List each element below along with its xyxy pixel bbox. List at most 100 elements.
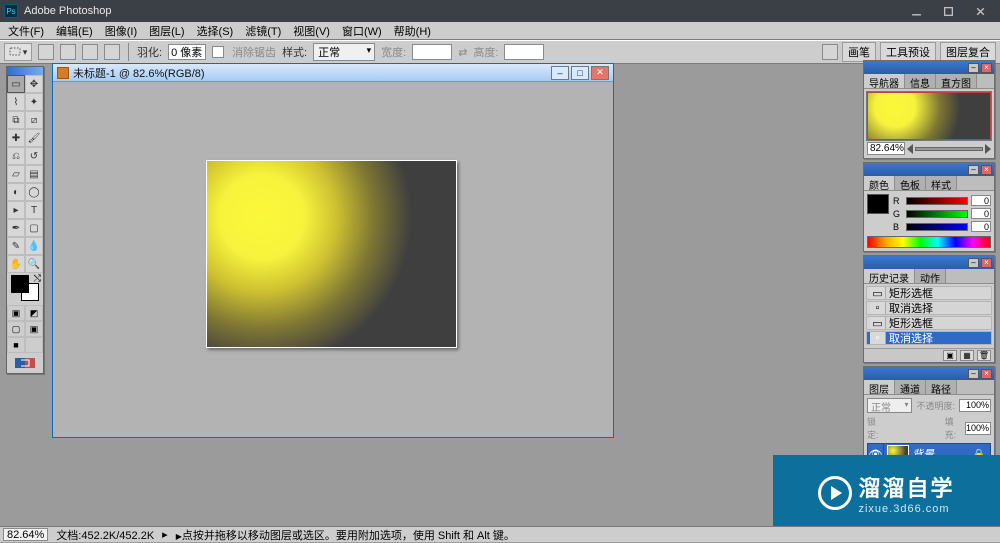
path-select-tool[interactable]: ▸ [7,201,25,219]
doc-maximize-button[interactable]: □ [571,66,589,80]
notes-tool[interactable]: ✎ [7,237,25,255]
tab-styles[interactable]: 样式 [926,176,957,190]
tab-info[interactable]: 信息 [905,74,936,88]
spectrum-bar[interactable] [867,236,991,248]
screen-std-icon[interactable]: ▢ [7,321,25,337]
quickmask-mode-icon[interactable]: ◩ [25,305,43,321]
standard-mode-icon[interactable]: ▣ [7,305,25,321]
eyedropper-tool[interactable]: 💧 [25,237,43,255]
hand-tool[interactable]: ✋ [7,255,25,273]
b-slider[interactable] [906,223,968,231]
canvas[interactable] [207,161,456,347]
selmode-new-icon[interactable] [38,44,54,60]
tab-actions[interactable]: 动作 [915,269,946,283]
gradient-tool[interactable]: ▤ [25,165,43,183]
history-item[interactable]: ▭矩形选框 [866,286,992,300]
panel-min-icon[interactable]: – [968,165,979,175]
lock-trans-icon[interactable] [887,422,897,435]
minimize-button[interactable] [900,0,932,22]
pen-tool[interactable]: ✒ [7,219,25,237]
selmode-intersect-icon[interactable] [104,44,120,60]
close-button[interactable] [964,0,996,22]
history-item[interactable]: ▭矩形选框 [866,316,992,330]
status-docinfo-arrow[interactable]: ▸ [162,528,168,541]
panel-close-icon[interactable]: × [981,258,992,268]
style-select[interactable]: 正常 [313,43,375,61]
tool-preset-icon[interactable] [4,43,32,61]
brush-tool[interactable]: 🖌 [25,129,43,147]
document-titlebar[interactable]: 未标题-1 @ 82.6%(RGB/8) – □ ✕ [53,64,613,82]
history-brush-tool[interactable]: ↺ [25,147,43,165]
type-tool[interactable]: T [25,201,43,219]
palette-well-icon[interactable] [822,44,838,60]
zoom-out-icon[interactable] [907,144,913,154]
slice-tool[interactable]: ⧄ [25,111,43,129]
tab-swatches[interactable]: 色板 [895,176,926,190]
antialias-checkbox[interactable] [212,46,224,58]
r-slider[interactable] [906,197,968,205]
lasso-tool[interactable]: ⌇ [7,93,25,111]
color-chip[interactable] [867,194,889,214]
delete-icon[interactable]: 🗑 [977,350,991,361]
menu-filter[interactable]: 滤镜(T) [239,22,287,40]
new-doc-from-state-icon[interactable]: ▦ [960,350,974,361]
eraser-tool[interactable]: ▱ [7,165,25,183]
selmode-add-icon[interactable] [60,44,76,60]
menu-help[interactable]: 帮助(H) [388,22,437,40]
tab-histogram[interactable]: 直方图 [936,74,977,88]
move-tool[interactable]: ✥ [25,75,43,93]
tab-history[interactable]: 历史记录 [864,269,915,283]
crop-tool[interactable]: ⧉ [7,111,25,129]
panel-close-icon[interactable]: × [981,165,992,175]
healing-brush-tool[interactable]: ✚ [7,129,25,147]
fg-bg-swatch[interactable]: ⤭ [7,273,43,305]
zoom-tool[interactable]: 🔍 [25,255,43,273]
zoom-in-icon[interactable] [985,144,991,154]
screen-full-icon[interactable]: ■ [7,337,25,353]
rect-marquee-tool[interactable]: ▭ [7,75,25,93]
screen-spare-icon[interactable] [25,337,43,353]
tab-paths[interactable]: 路径 [926,380,957,394]
blend-mode-select[interactable]: 正常 [867,398,912,413]
fill-input[interactable]: 100% [965,422,991,435]
lock-paint-icon[interactable] [902,422,912,435]
panel-close-icon[interactable]: × [981,63,992,73]
history-item[interactable]: ▫取消选择 [866,331,992,345]
feather-input[interactable] [168,44,206,60]
menu-image[interactable]: 图像(I) [99,22,143,40]
tab-layers[interactable]: 图层 [864,380,895,394]
zoom-slider[interactable] [915,147,983,151]
dodge-tool[interactable]: ◯ [25,183,43,201]
tab-channels[interactable]: 通道 [895,380,926,394]
menu-window[interactable]: 窗口(W) [336,22,388,40]
doc-minimize-button[interactable]: – [551,66,569,80]
menu-edit[interactable]: 编辑(E) [50,22,99,40]
tab-navigator[interactable]: 导航器 [864,74,905,88]
toolbox-grip[interactable] [7,67,43,75]
history-item[interactable]: ▫取消选择 [866,301,992,315]
panel-min-icon[interactable]: – [968,369,979,379]
menu-file[interactable]: 文件(F) [2,22,50,40]
screen-full-menubar-icon[interactable]: ▣ [25,321,43,337]
tab-color[interactable]: 颜色 [864,176,895,190]
maximize-button[interactable] [932,0,964,22]
blur-tool[interactable]: ◐ [7,183,25,201]
lock-all-icon[interactable] [930,422,940,435]
navigator-thumbnail[interactable] [867,92,991,140]
r-value[interactable]: 0 [971,195,991,206]
g-slider[interactable] [906,210,968,218]
well-tab-toolpreset[interactable]: 工具预设 [880,42,936,62]
shape-tool[interactable]: ▢ [25,219,43,237]
magic-wand-tool[interactable]: ✦ [25,93,43,111]
swap-colors-icon[interactable]: ⤭ [34,273,41,284]
doc-close-button[interactable]: ✕ [591,66,609,80]
imageready-icon[interactable] [7,353,43,373]
status-docinfo[interactable]: 文档:452.2K/452.2K [56,527,154,543]
well-tab-brush[interactable]: 画笔 [842,42,876,62]
menu-view[interactable]: 视图(V) [287,22,336,40]
well-tab-layercomp[interactable]: 图层复合 [940,42,996,62]
status-zoom[interactable]: 82.64% [3,528,48,541]
panel-min-icon[interactable]: – [968,63,979,73]
opacity-input[interactable]: 100% [959,399,991,412]
clone-stamp-tool[interactable]: ⎌ [7,147,25,165]
